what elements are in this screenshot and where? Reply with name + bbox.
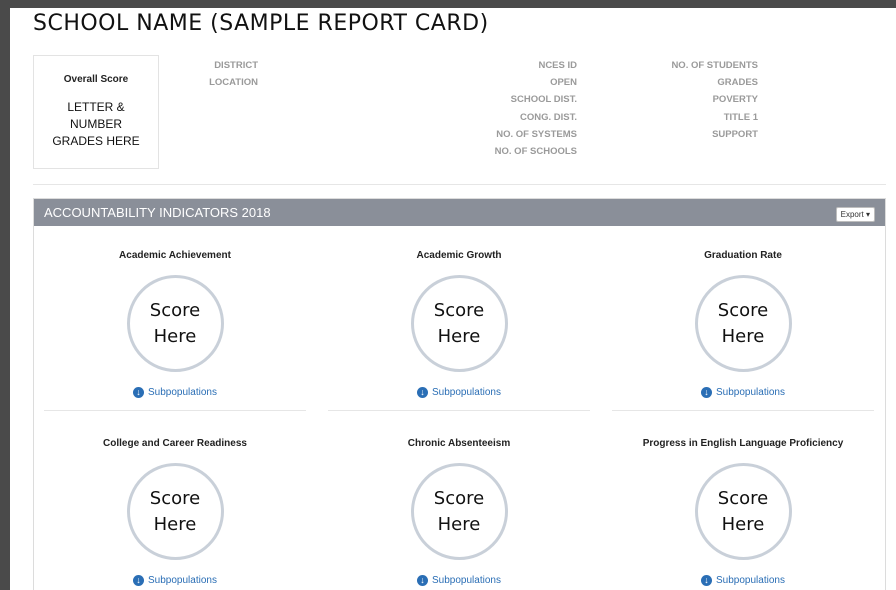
indicator-card: Graduation Rate Score Here ↓ Subpopulatio… (612, 239, 874, 398)
subpopulations-link[interactable]: ↓ Subpopulations (328, 387, 590, 398)
subpopulations-label: Subpopulations (148, 387, 217, 398)
subpopulations-link[interactable]: ↓ Subpopulations (44, 575, 306, 586)
indicator-title: Progress in English Language Proficiency (642, 438, 844, 449)
score-text: Score Here (433, 299, 485, 347)
score-circle: Score Here (694, 463, 792, 560)
info-label: SCHOOL DIST. (510, 94, 577, 106)
info-label: SUPPORT (712, 128, 758, 140)
report-card-page: SCHOOL NAME (SAMPLE REPORT CARD) Overall… (10, 8, 896, 590)
indicator-title: Chronic Absenteeism (407, 438, 511, 449)
subpopulations-label: Subpopulations (432, 575, 501, 586)
accountability-panel: ACCOUNTABILITY INDICATORS 2018 Export ▾ … (33, 198, 886, 590)
score-circle: Score Here (694, 275, 792, 372)
subpopulations-link[interactable]: ↓ Subpopulations (612, 575, 874, 586)
score-text: Score Here (149, 299, 201, 347)
arrow-down-circle-icon: ↓ (417, 575, 429, 586)
subpopulations-label: Subpopulations (432, 387, 501, 398)
score-circle: Score Here (410, 275, 508, 372)
header-divider (33, 184, 886, 185)
indicator-card: Chronic Absenteeism Score Here ↓ Subpopul… (328, 427, 590, 586)
info-label: CONG. DIST. (519, 111, 577, 123)
info-label: LOCATION (209, 77, 258, 89)
score-text: Score Here (717, 299, 769, 347)
overall-score-box: Overall Score LETTER & NUMBER GRADES HER… (33, 55, 159, 169)
row-divider (44, 410, 306, 411)
row-divider (612, 410, 874, 411)
arrow-down-circle-icon: ↓ (701, 387, 713, 398)
info-label: TITLE 1 (723, 111, 758, 123)
info-label: POVERTY (712, 94, 758, 106)
subpopulations-link[interactable]: ↓ Subpopulations (44, 387, 306, 398)
score-circle: Score Here (126, 275, 224, 372)
indicator-card: Academic Achievement Score Here ↓ Subpopu… (44, 239, 306, 398)
arrow-down-circle-icon: ↓ (133, 575, 145, 586)
score-circle: Score Here (126, 463, 224, 560)
row-divider (328, 410, 590, 411)
indicator-title: College and Career Readiness (103, 438, 247, 449)
subpopulations-label: Subpopulations (148, 575, 217, 586)
arrow-down-circle-icon: ↓ (417, 387, 429, 398)
arrow-down-circle-icon: ↓ (701, 575, 713, 586)
indicator-title: Academic Achievement (119, 250, 231, 261)
info-label: NCES ID (538, 60, 577, 71)
subpopulations-label: Subpopulations (716, 387, 785, 398)
info-label: OPEN (550, 77, 577, 89)
score-text: Score Here (149, 487, 201, 535)
indicator-card: Academic Growth Score Here ↓ Subpopulatio… (328, 239, 590, 398)
indicator-card: Progress in English Language Proficiency… (612, 427, 874, 586)
overall-score-value: LETTER & NUMBER GRADES HERE (52, 100, 140, 148)
info-label: NO. OF STUDENTS (671, 60, 758, 71)
info-label: NO. OF SYSTEMS (496, 128, 577, 140)
info-label: NO. OF SCHOOLS (494, 145, 577, 157)
info-label: DISTRICT (214, 60, 258, 71)
panel-title: ACCOUNTABILITY INDICATORS 2018 (44, 205, 271, 220)
info-column-ids: NCES ID OPEN SCHOOL DIST. CONG. DIST. NO… (450, 57, 577, 160)
page-title: SCHOOL NAME (SAMPLE REPORT CARD) (33, 11, 489, 36)
info-label: GRADES (717, 77, 758, 89)
score-text: Score Here (433, 487, 485, 535)
subpopulations-link[interactable]: ↓ Subpopulations (612, 387, 874, 398)
indicator-card: College and Career Readiness Score Here … (44, 427, 306, 586)
score-text: Score Here (717, 487, 769, 535)
indicator-title: Academic Growth (416, 250, 502, 261)
score-circle: Score Here (410, 463, 508, 560)
arrow-down-circle-icon: ↓ (133, 387, 145, 398)
subpopulations-link[interactable]: ↓ Subpopulations (328, 575, 590, 586)
info-column-district: DISTRICT LOCATION (160, 57, 258, 91)
subpopulations-label: Subpopulations (716, 575, 785, 586)
export-button[interactable]: Export ▾ (835, 207, 875, 222)
indicator-title: Graduation Rate (704, 250, 782, 261)
overall-score-label: Overall Score (63, 74, 129, 85)
info-column-students: NO. OF STUDENTS GRADES POVERTY TITLE 1 S… (630, 57, 758, 143)
panel-header: ACCOUNTABILITY INDICATORS 2018 Export ▾ (34, 199, 885, 226)
